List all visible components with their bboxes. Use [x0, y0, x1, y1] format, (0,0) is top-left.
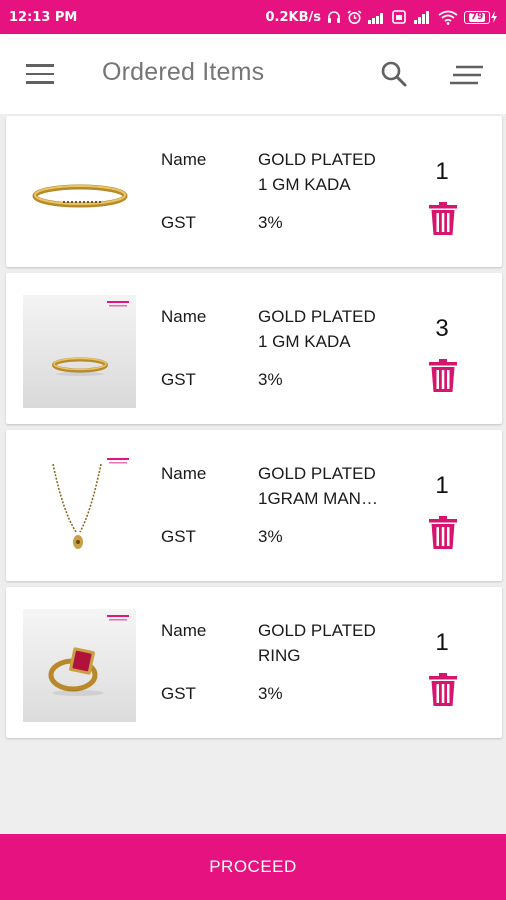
name-label: Name: [161, 150, 207, 169]
battery-icon: 79: [464, 10, 498, 24]
search-icon: [381, 61, 407, 87]
product-name: GOLD PLATED 1 GM KADA: [258, 307, 376, 351]
quantity: 3: [435, 315, 449, 342]
proceed-button[interactable]: PROCEED: [0, 834, 506, 900]
ordered-item-card: Name GOLD PLATED RING GST 3% 1: [6, 587, 502, 738]
signal-4g-icon: [412, 10, 432, 24]
ordered-item-card: Name GOLD PLATED 1GRAM MAN… GST 3% 1: [6, 430, 502, 581]
ring-image: [23, 609, 136, 722]
gst-value: 3%: [258, 213, 283, 232]
gst-label: GST: [161, 370, 196, 389]
gold-kada-image: [23, 295, 136, 408]
menu-button[interactable]: [26, 64, 54, 84]
search-button[interactable]: [380, 60, 408, 88]
wifi-icon: [438, 10, 458, 25]
signal-icon: [368, 11, 386, 24]
mangalsutra-image: [23, 452, 136, 565]
sim-icon: [392, 10, 406, 24]
gst-label: GST: [161, 527, 196, 546]
name-label: Name: [161, 464, 207, 483]
page-title: Ordered Items: [102, 58, 265, 86]
trash-icon: [429, 516, 457, 549]
gold-kada-image: [23, 138, 136, 251]
hamburger-icon: [26, 64, 54, 84]
app-bar: Ordered Items: [0, 34, 506, 114]
quantity: 1: [435, 629, 449, 656]
gst-value: 3%: [258, 684, 283, 703]
status-time: 12:13 PM: [9, 9, 78, 25]
quantity: 1: [435, 472, 449, 499]
trash-icon: [429, 202, 457, 235]
name-label: Name: [161, 621, 207, 640]
sort-icon: [450, 65, 483, 85]
trash-icon: [429, 359, 457, 392]
ordered-item-card: Name GOLD PLATED 1 GM KADA GST 3% 1: [6, 116, 502, 267]
gst-label: GST: [161, 213, 196, 232]
gst-value: 3%: [258, 370, 283, 389]
sort-button[interactable]: [450, 64, 484, 86]
product-name: GOLD PLATED 1GRAM MAN…: [258, 464, 378, 508]
product-name: GOLD PLATED RING: [258, 621, 376, 665]
ordered-item-card: Name GOLD PLATED 1 GM KADA GST 3% 3: [6, 273, 502, 424]
delete-button[interactable]: [429, 359, 457, 393]
gst-label: GST: [161, 684, 196, 703]
product-name: GOLD PLATED 1 GM KADA: [258, 150, 376, 194]
status-bar: 12:13 PM 0.2KB/s 79: [0, 0, 506, 34]
delete-button[interactable]: [429, 202, 457, 236]
delete-button[interactable]: [429, 673, 457, 707]
net-speed: 0.2KB/s: [265, 9, 322, 25]
gst-value: 3%: [258, 527, 283, 546]
battery-level: 79: [468, 11, 486, 22]
name-label: Name: [161, 307, 207, 326]
ordered-items-list: Name GOLD PLATED 1 GM KADA GST 3% 1 Name…: [6, 116, 502, 744]
headphones-icon: [327, 10, 341, 24]
status-icons: 0.2KB/s 79: [266, 10, 499, 25]
quantity: 1: [435, 158, 449, 185]
trash-icon: [429, 673, 457, 706]
delete-button[interactable]: [429, 516, 457, 550]
alarm-icon: [347, 9, 362, 25]
